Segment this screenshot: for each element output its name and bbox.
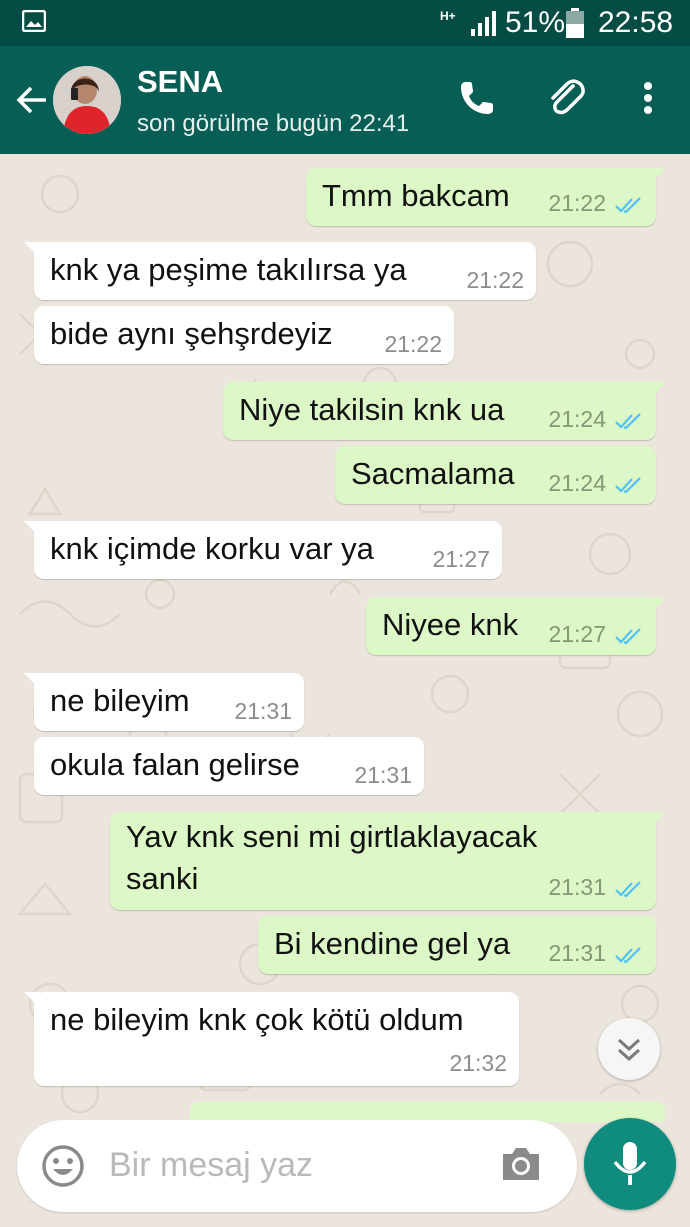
emoji-icon[interactable]: [41, 1144, 85, 1188]
message-time: 21:27: [432, 546, 490, 572]
message-time: 21:31: [234, 698, 292, 724]
mic-button[interactable]: [584, 1118, 676, 1210]
message-text: bide aynı şehşrdeyiz: [50, 316, 333, 351]
message-incoming[interactable]: bide aynı şehşrdeyiz 21:22: [34, 306, 454, 364]
message-time: 21:31: [354, 762, 412, 788]
message-incoming[interactable]: ne bileyim knk çok kötü oldum 21:32: [24, 992, 519, 1086]
scroll-to-bottom-button[interactable]: [598, 1018, 660, 1080]
message-incoming[interactable]: knk içimde korku var ya 21:27: [24, 521, 502, 579]
message-incoming[interactable]: ne bileyim 21:31: [24, 673, 304, 731]
paperclip-icon[interactable]: [545, 76, 589, 120]
message-outgoing[interactable]: Yav knk seni mi girtlaklayacak sanki 21:…: [110, 812, 666, 910]
bubble-tail: [650, 812, 666, 828]
message-time: 21:22: [384, 331, 442, 357]
message-incoming[interactable]: okula falan gelirse 21:31: [34, 737, 424, 795]
contact-name[interactable]: SENA: [137, 64, 223, 100]
message-input[interactable]: Bir mesaj yaz: [109, 1146, 313, 1185]
message-time: 21:27: [548, 621, 606, 647]
message-outgoing[interactable]: Bi kendine gel ya 21:31: [258, 916, 656, 974]
mic-icon: [613, 1142, 647, 1185]
chevron-down-icon: [617, 1038, 641, 1062]
message-text: ne bileyim: [50, 683, 190, 718]
last-seen-status: son görülme bugün 22:41: [137, 110, 410, 137]
bubble-tail: [24, 242, 40, 258]
bubble-tail: [24, 992, 40, 1008]
battery-icon: [566, 8, 584, 38]
message-incoming[interactable]: knk ya peşime takılırsa ya 21:22: [24, 242, 536, 300]
read-ticks-icon: [615, 947, 641, 964]
read-ticks-icon: [615, 881, 641, 898]
message-time: 21:31: [548, 940, 606, 966]
more-vert-icon[interactable]: [626, 76, 670, 120]
camera-icon[interactable]: [499, 1144, 543, 1184]
message-text: ne bileyim knk çok kötü oldum: [50, 1002, 464, 1037]
message-text: knk ya peşime takılırsa ya: [50, 252, 407, 287]
network-type: H+: [440, 9, 456, 23]
read-ticks-icon: [615, 197, 641, 214]
back-arrow-icon[interactable]: [14, 82, 50, 118]
battery-percent: 51%: [505, 6, 566, 39]
image-icon: [22, 10, 46, 32]
message-time: 21:31: [548, 874, 606, 900]
message-outgoing[interactable]: Sacmalama 21:24: [335, 446, 656, 504]
read-ticks-icon: [615, 413, 641, 430]
message-outgoing[interactable]: Tmm bakcam 21:22: [306, 168, 666, 226]
message-time: 21:24: [548, 470, 606, 496]
message-text: Niye takilsin knk ua: [239, 392, 505, 427]
bubble-tail: [24, 673, 40, 689]
phone-icon[interactable]: [455, 76, 499, 120]
avatar[interactable]: [53, 66, 121, 134]
message-text: Tmm bakcam: [322, 178, 510, 213]
message-outgoing[interactable]: Niyee knk 21:27: [366, 597, 666, 655]
chat-header: SENA son görülme bugün 22:41: [0, 46, 690, 154]
bubble-tail: [650, 168, 666, 184]
signal-icon: [471, 11, 496, 36]
message-outgoing[interactable]: Niye takilsin knk ua 21:24: [223, 382, 666, 440]
bubble-tail: [24, 521, 40, 537]
bubble-tail: [650, 597, 666, 613]
read-ticks-icon: [615, 628, 641, 645]
message-text: Yav knk seni mi girtlaklayacak: [126, 819, 538, 854]
clock: 22:58: [598, 6, 674, 39]
message-time: 21:32: [449, 1050, 507, 1076]
status-bar: H+ 51% 22:58: [0, 0, 690, 46]
message-text: Niyee knk: [382, 607, 519, 642]
message-time: 21:22: [548, 190, 606, 216]
message-list[interactable]: Tmm bakcam 21:22 knk ya peşime takılırsa…: [0, 154, 690, 1227]
message-text: knk içimde korku var ya: [50, 531, 374, 566]
message-text: okula falan gelirse: [50, 747, 300, 782]
read-ticks-icon: [615, 477, 641, 494]
message-time: 21:22: [466, 267, 524, 293]
message-composer[interactable]: Bir mesaj yaz: [17, 1120, 577, 1212]
bubble-tail: [650, 382, 666, 398]
message-text: Bi kendine gel ya: [274, 926, 511, 961]
message-text: Sacmalama: [351, 456, 515, 491]
message-time: 21:24: [548, 406, 606, 432]
